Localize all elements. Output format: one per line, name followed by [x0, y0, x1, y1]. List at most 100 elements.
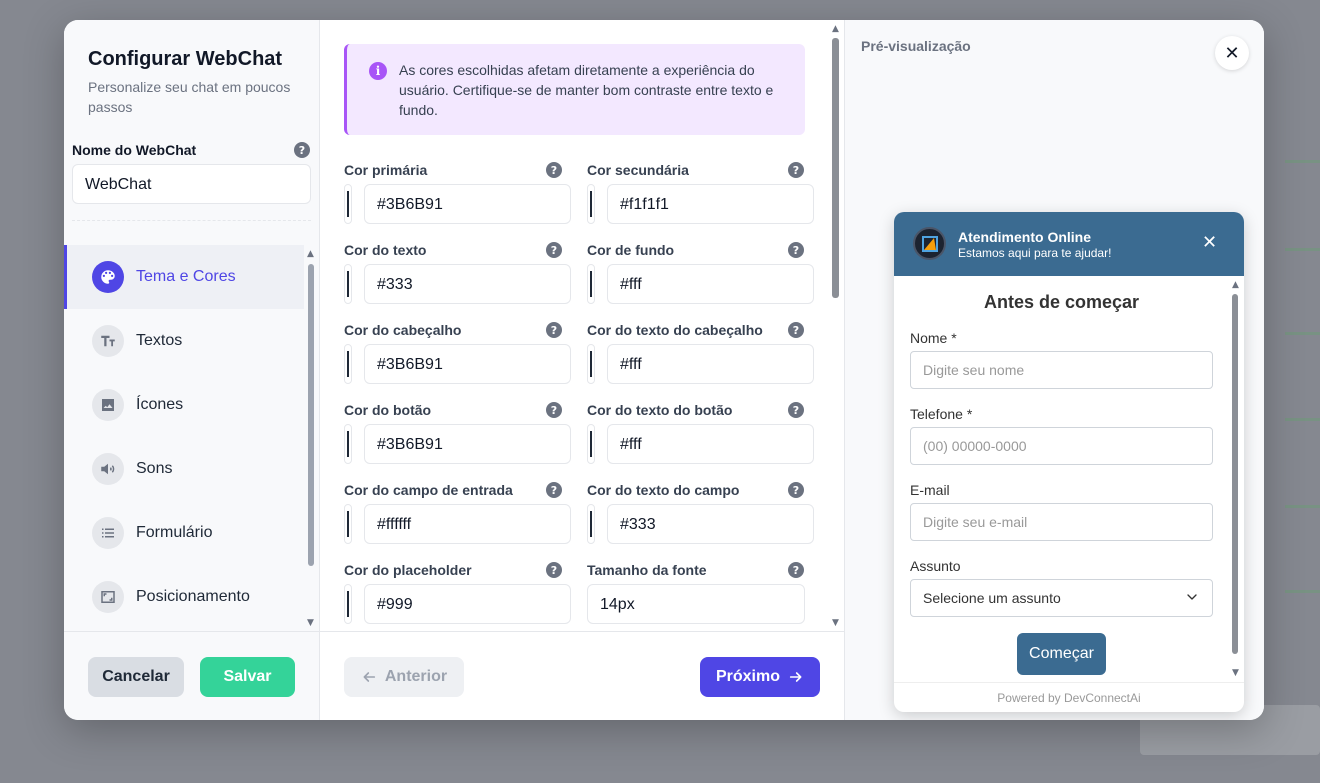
nav-item-form[interactable]: Formulário — [64, 501, 304, 565]
preview-label: Pré-visualização — [861, 38, 971, 54]
color-swatch[interactable] — [344, 424, 352, 464]
sidebar-footer: Cancelar Salvar — [64, 631, 320, 720]
backdrop-line — [1285, 590, 1320, 593]
next-label: Próximo — [715, 668, 780, 685]
color-swatch[interactable] — [344, 584, 352, 624]
webchat-name-label: Nome do WebChat — [72, 142, 197, 158]
color-swatch[interactable] — [587, 264, 595, 304]
help-icon[interactable]: ? — [546, 482, 562, 498]
input-text-color-input[interactable]: #333 — [607, 504, 814, 544]
button-color-input[interactable]: #3B6B91 — [364, 424, 571, 464]
field-label: Cor do texto do campo — [587, 482, 740, 498]
nav-item-theme[interactable]: Tema e Cores — [64, 245, 304, 309]
help-icon[interactable]: ? — [546, 402, 562, 418]
chat-name-input[interactable]: Digite seu nome — [910, 351, 1213, 389]
divider — [72, 220, 311, 221]
scroll-down-icon[interactable]: ▼ — [1232, 668, 1239, 678]
scroll-up-icon[interactable]: ▲ — [1232, 280, 1239, 290]
chat-field-label: E-mail — [910, 482, 950, 498]
webchat-name-input[interactable]: WebChat — [72, 164, 311, 204]
nav-item-texts[interactable]: Textos — [64, 309, 304, 373]
position-icon — [92, 581, 124, 613]
field-label: Cor do campo de entrada — [344, 482, 513, 498]
preview-panel: Pré-visualização ✕ Atendimento Online Es… — [845, 20, 1264, 720]
help-icon[interactable]: ? — [546, 242, 562, 258]
secondary-color-input[interactable]: #f1f1f1 — [607, 184, 814, 224]
backdrop-line — [1285, 248, 1320, 251]
input-color-input[interactable]: #ffffff — [364, 504, 571, 544]
color-swatch[interactable] — [344, 184, 352, 224]
chat-widget-preview: Atendimento Online Estamos aqui para te … — [894, 212, 1244, 712]
scroll-up-icon[interactable]: ▲ — [832, 24, 839, 34]
backdrop-line — [1285, 418, 1320, 421]
list-icon — [92, 517, 124, 549]
field-label: Cor do texto — [344, 242, 427, 258]
primary-color-input[interactable]: #3B6B91 — [364, 184, 571, 224]
theme-settings-panel: i As cores escolhidas afetam diretamente… — [320, 20, 845, 720]
settings-scrollbar[interactable] — [832, 38, 839, 298]
nav-item-sounds[interactable]: Sons — [64, 437, 304, 501]
chat-close-icon[interactable]: ✕ — [1202, 232, 1217, 253]
text-color-input[interactable]: #333 — [364, 264, 571, 304]
header-color-input[interactable]: #3B6B91 — [364, 344, 571, 384]
nav-label: Textos — [136, 332, 183, 349]
backdrop-line — [1285, 332, 1320, 335]
nav-item-position[interactable]: Posicionamento — [64, 565, 304, 629]
step-footer: Anterior Próximo — [320, 631, 845, 720]
color-swatch[interactable] — [587, 344, 595, 384]
palette-icon — [92, 261, 124, 293]
help-icon[interactable]: ? — [788, 322, 804, 338]
save-button[interactable]: Salvar — [200, 657, 295, 697]
placeholder-color-input[interactable]: #999 — [364, 584, 571, 624]
close-icon: ✕ — [1224, 42, 1240, 64]
help-icon[interactable]: ? — [788, 402, 804, 418]
color-swatch[interactable] — [344, 264, 352, 304]
backdrop-line — [1285, 505, 1320, 508]
chat-scrollbar[interactable] — [1232, 294, 1238, 654]
color-swatch[interactable] — [587, 504, 595, 544]
chat-field-label: Telefone * — [910, 406, 973, 422]
chat-phone-input[interactable]: (00) 00000-0000 — [910, 427, 1213, 465]
help-icon[interactable]: ? — [788, 482, 804, 498]
chat-subject-select[interactable]: Selecione um assunto — [910, 579, 1213, 617]
chat-header: Atendimento Online Estamos aqui para te … — [894, 212, 1244, 276]
info-icon: i — [369, 62, 387, 80]
nav-label: Formulário — [136, 524, 213, 541]
button-text-color-input[interactable]: #fff — [607, 424, 814, 464]
color-swatch[interactable] — [344, 504, 352, 544]
field-label: Cor do cabeçalho — [344, 322, 462, 338]
volume-icon — [92, 453, 124, 485]
help-icon[interactable]: ? — [294, 142, 310, 158]
info-alert: i As cores escolhidas afetam diretamente… — [344, 44, 805, 135]
color-swatch[interactable] — [587, 424, 595, 464]
help-icon[interactable]: ? — [546, 162, 562, 178]
help-icon[interactable]: ? — [788, 242, 804, 258]
previous-button[interactable]: Anterior — [344, 657, 464, 697]
chat-email-input[interactable]: Digite seu e-mail — [910, 503, 1213, 541]
color-swatch[interactable] — [344, 344, 352, 384]
scroll-down-icon[interactable]: ▼ — [307, 618, 314, 628]
nav-item-icons[interactable]: Ícones — [64, 373, 304, 437]
help-icon[interactable]: ? — [546, 562, 562, 578]
scroll-down-icon[interactable]: ▼ — [832, 618, 839, 628]
color-swatch[interactable] — [587, 184, 595, 224]
help-icon[interactable]: ? — [788, 562, 804, 578]
scroll-up-icon[interactable]: ▲ — [307, 249, 314, 259]
close-modal-button[interactable]: ✕ — [1215, 36, 1249, 70]
chat-field-label: Nome * — [910, 330, 957, 346]
config-nav: Tema e Cores Textos Ícones Sons Formulár… — [64, 245, 304, 631]
config-sidebar: Configurar WebChat Personalize seu chat … — [64, 20, 320, 720]
sidebar-scrollbar[interactable] — [308, 264, 314, 566]
chat-start-button[interactable]: Começar — [1017, 633, 1106, 675]
background-color-input[interactable]: #fff — [607, 264, 814, 304]
nav-label: Posicionamento — [136, 588, 250, 605]
chevron-down-icon — [1187, 594, 1197, 600]
cancel-button[interactable]: Cancelar — [88, 657, 184, 697]
field-label: Tamanho da fonte — [587, 562, 707, 578]
header-text-color-input[interactable]: #fff — [607, 344, 814, 384]
next-button[interactable]: Próximo — [700, 657, 820, 697]
chat-logo — [913, 227, 946, 260]
help-icon[interactable]: ? — [546, 322, 562, 338]
help-icon[interactable]: ? — [788, 162, 804, 178]
font-size-input[interactable]: 14px — [587, 584, 805, 624]
